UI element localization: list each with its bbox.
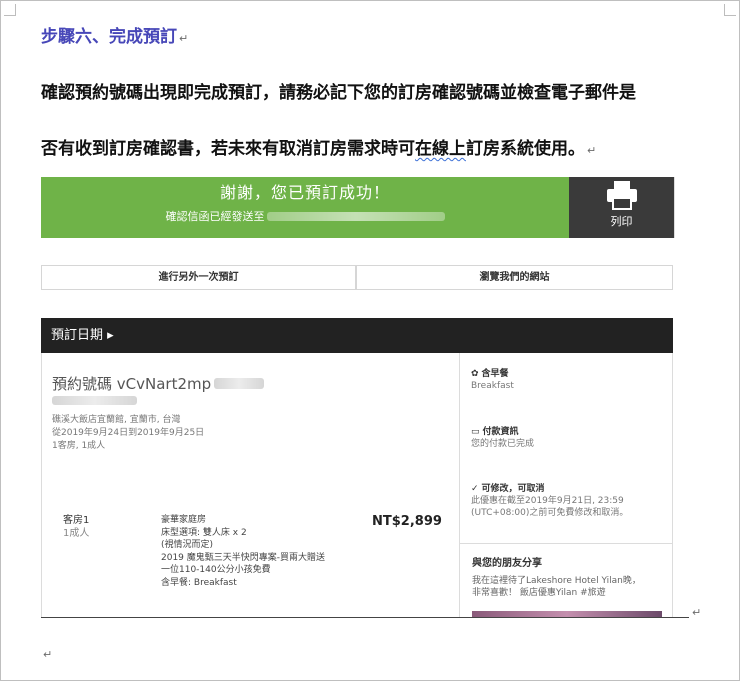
booking-dates-header[interactable]: 預訂日期 ▸ [41, 318, 673, 353]
step-heading: 步驟六、完成預訂 ↵ [41, 27, 189, 47]
success-banner: 謝謝，您已預訂成功！ 確認信函已經發送至 [41, 177, 569, 238]
browse-site-button[interactable]: 瀏覽我們的網站 [356, 265, 673, 290]
hotel-summary: 礁溪大飯店宜蘭館, 宜蘭市, 台灣 從2019年9月24日到2019年9月25日… [52, 414, 204, 453]
redacted-email [266, 211, 445, 221]
instruction-line-2: 否有收到訂房確認書，若未來有取消訂房需求時可在線上訂房系統使用。 ↵ [41, 139, 597, 159]
reservation-number: 預約號碼 vCvNart2mp [52, 373, 265, 394]
instruction-line-1: 確認預約號碼出現即完成預訂，請務必記下您的訂房確認號碼並檢查電子郵件是 [41, 83, 636, 103]
redacted-number [214, 378, 265, 389]
screenshot-bottom-border [41, 617, 689, 618]
check-icon: ✓ [471, 484, 479, 494]
share-heading: 與您的朋友分享 [472, 558, 542, 569]
paragraph-mark: ↵ [179, 32, 189, 45]
room-price: NT$2,899 [372, 514, 442, 529]
breakfast-icon: ✿ [471, 369, 479, 379]
redacted-line [52, 396, 137, 405]
margin-corner-top-left [4, 4, 16, 16]
print-label: 列印 [610, 215, 633, 228]
card-divider [459, 353, 460, 617]
email-sent-line: 確認信函已經發送至 [41, 208, 569, 224]
sidebar-divider [460, 543, 673, 544]
banner-edge [674, 177, 689, 238]
share-text: 我在這裡待了Lakeshore Hotel Yilan晚， 非常喜歡！ 飯店優惠… [472, 576, 641, 598]
guest-line: 1客房, 1成人 [52, 441, 106, 451]
booking-confirmation-screenshot: 謝謝，您已預訂成功！ 確認信函已經發送至 列印 進行另外一次預訂 瀏覽我們的網站… [41, 177, 689, 617]
spellcheck-underline: 在線上 [415, 139, 466, 159]
paragraph-mark: ↵ [587, 144, 597, 157]
paragraph-mark: ↵ [43, 648, 53, 661]
book-another-button[interactable]: 進行另外一次預訂 [41, 265, 356, 290]
date-line: 從2019年9月24日到2019年9月25日 [52, 428, 205, 438]
margin-corner-top-right [724, 4, 736, 16]
room-label: 客房1 1成人 [63, 515, 90, 539]
printer-icon [606, 181, 637, 210]
cancellation-info: ✓ 可修改，可取消 此優惠在截至2019年9月21日, 23:59 (UTC+08… [471, 484, 629, 518]
breakfast-info: ✿ 含早餐 Breakfast [471, 369, 514, 391]
print-button[interactable]: 列印 [569, 177, 674, 238]
payment-info: ▭ 付款資訊 您的付款已完成 [471, 427, 535, 449]
room-detail: 豪華家庭房 床型選項: 雙人床 x 2 (視情況而定) 2019 魔鬼甄三天半快… [161, 515, 326, 588]
paragraph-mark: ↵ [692, 606, 702, 619]
thanks-message: 謝謝，您已預訂成功！ [219, 183, 390, 202]
hotel-line: 礁溪大飯店宜蘭館, 宜蘭市, 台灣 [52, 415, 181, 425]
card-icon: ▭ [471, 427, 480, 437]
